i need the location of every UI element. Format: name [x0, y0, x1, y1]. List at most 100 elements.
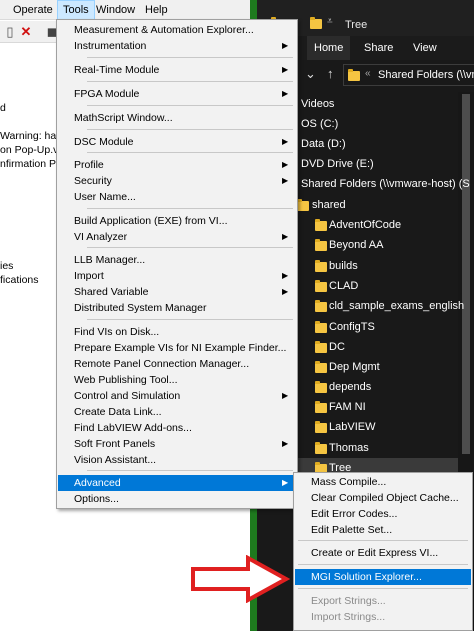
menu-item-label: MGI Solution Explorer...: [311, 571, 422, 583]
content-fragment: nfirmation P: [0, 158, 57, 170]
nav-item-dvd-drive-e[interactable]: DVD Drive (E:): [269, 154, 458, 174]
menu-item-options[interactable]: Options...: [58, 491, 296, 507]
nav-item-clad[interactable]: CLAD: [295, 276, 458, 296]
menu-item-vision-assistant[interactable]: Vision Assistant...: [58, 452, 296, 468]
menu-item-user-name[interactable]: User Name...: [58, 189, 296, 205]
menu-item-find-labview-add-ons[interactable]: Find LabVIEW Add-ons...: [58, 420, 296, 436]
menu-item-llb-manager[interactable]: LLB Manager...: [58, 252, 296, 268]
menu-item-control-and-simulation[interactable]: Control and Simulation ▶: [58, 388, 296, 404]
menu-item-edit-error-codes[interactable]: Edit Error Codes...: [295, 506, 471, 522]
content-fragment: fications: [0, 274, 39, 286]
menu-item-fpga-module[interactable]: FPGA Module ▶: [58, 86, 296, 102]
breadcrumb-overflow-icon[interactable]: «: [365, 68, 371, 79]
menu-item-label: Create or Edit Express VI...: [311, 547, 439, 559]
menu-item-label: Edit Palette Set...: [311, 524, 393, 536]
copy-icon[interactable]: ▯: [2, 24, 18, 40]
advanced-submenu: Mass Compile... Clear Compiled Object Cac…: [293, 472, 473, 631]
menu-item-label: Create Data Link...: [74, 406, 162, 418]
menu-item-instrumentation[interactable]: Instrumentation ▶: [58, 38, 296, 54]
folder-icon[interactable]: [310, 17, 322, 29]
menu-item-label: User Name...: [74, 191, 136, 203]
annotation-arrow-icon: [191, 555, 290, 603]
nav-item-dep-mgmt[interactable]: Dep Mgmt: [295, 357, 458, 377]
scrollbar-thumb[interactable]: [462, 94, 470, 454]
menu-item-prepare-example-vis-for-ni-example-finder[interactable]: Prepare Example VIs for NI Example Finde…: [58, 340, 296, 356]
menu-item-mgi-solution-explorer[interactable]: MGI Solution Explorer...: [295, 569, 471, 585]
nav-item-videos[interactable]: Videos: [269, 94, 458, 114]
nav-item-data-d[interactable]: Data (D:): [269, 134, 458, 154]
submenu-arrow-icon: ▶: [282, 271, 289, 280]
tab-view[interactable]: View: [406, 36, 444, 60]
menu-item-label: FPGA Module: [74, 88, 140, 100]
menu-item-web-publishing-tool[interactable]: Web Publishing Tool...: [58, 372, 296, 388]
nav-item-os-c[interactable]: OS (C:): [269, 114, 458, 134]
menu-item-soft-front-panels[interactable]: Soft Front Panels ▶: [58, 436, 296, 452]
nav-item-label: ConfigTS: [329, 321, 375, 333]
menu-item-label: Vision Assistant...: [74, 454, 157, 466]
nav-item-label: AdventOfCode: [329, 219, 402, 231]
nav-item-builds[interactable]: builds: [295, 256, 458, 276]
menu-help[interactable]: Help: [140, 0, 173, 20]
menu-item-profile[interactable]: Profile ▶: [58, 157, 296, 173]
menu-item-find-vis-on-disk[interactable]: Find VIs on Disk...: [58, 324, 296, 340]
nav-item-depends[interactable]: depends: [295, 377, 458, 397]
menu-item-label: Distributed System Manager: [74, 302, 207, 314]
folder-icon: [315, 239, 327, 251]
nav-item-labview[interactable]: LabVIEW: [295, 417, 458, 437]
menu-item-label: Import Strings...: [311, 611, 386, 623]
nav-item-adventofcode[interactable]: AdventOfCode: [295, 215, 458, 235]
quick-access-dropdown-icon[interactable]: ⩡: [327, 16, 333, 27]
nav-item-dc[interactable]: DC: [295, 337, 458, 357]
folder-icon: [297, 199, 309, 211]
nav-item-cld-sample-exams-english[interactable]: cld_sample_exams_english: [295, 296, 464, 316]
tab-home[interactable]: Home: [307, 36, 351, 60]
folder-icon: [315, 442, 327, 454]
menu-separator: [298, 540, 468, 541]
nav-item-thomas[interactable]: Thomas: [295, 438, 458, 458]
menu-item-create-data-link[interactable]: Create Data Link...: [58, 404, 296, 420]
menu-tools[interactable]: Tools: [57, 0, 95, 20]
labview-menubar: Operate Tools Window Help: [0, 0, 262, 20]
up-arrow-icon[interactable]: ↑: [327, 66, 334, 81]
menu-item-remote-panel-connection-manager[interactable]: Remote Panel Connection Manager...: [58, 356, 296, 372]
menu-item-real-time-module[interactable]: Real-Time Module ▶: [58, 62, 296, 78]
menu-item-advanced[interactable]: Advanced ▶: [58, 475, 296, 491]
menu-item-label: LLB Manager...: [74, 254, 146, 266]
menu-item-label: Control and Simulation: [74, 390, 181, 402]
nav-item-label: Beyond AA: [329, 239, 384, 251]
menu-item-label: MathScript Window...: [74, 112, 173, 124]
nav-item-label: cld_sample_exams_english: [329, 300, 465, 312]
folder-icon: [315, 280, 327, 292]
tools-menu: Measurement & Automation Explorer... Inst…: [56, 19, 298, 509]
nav-item-shared-folders-vmware-host-s[interactable]: Shared Folders (\\vmware-host) (S: [269, 174, 470, 194]
menu-item-clear-compiled-object-cache[interactable]: Clear Compiled Object Cache...: [295, 490, 471, 506]
menu-item-vi-analyzer[interactable]: VI Analyzer ▶: [58, 229, 296, 245]
menu-item-dsc-module[interactable]: DSC Module ▶: [58, 134, 296, 150]
menu-separator: [87, 247, 293, 248]
folder-icon: [315, 260, 327, 272]
submenu-arrow-icon: ▶: [282, 391, 289, 400]
menu-item-label: Find VIs on Disk...: [74, 326, 160, 338]
menu-item-shared-variable[interactable]: Shared Variable ▶: [58, 284, 296, 300]
menu-item-label: VI Analyzer: [74, 231, 128, 243]
nav-item-configts[interactable]: ConfigTS: [295, 317, 458, 337]
menu-item-mathscript-window[interactable]: MathScript Window...: [58, 110, 296, 126]
menu-item-distributed-system-manager[interactable]: Distributed System Manager: [58, 300, 296, 316]
abort-icon[interactable]: ✕: [18, 24, 34, 40]
menu-item-label: Clear Compiled Object Cache...: [311, 492, 459, 504]
nav-item-beyond-aa[interactable]: Beyond AA: [295, 235, 458, 255]
menu-item-build-application-exe-from-vi[interactable]: Build Application (EXE) from VI...: [58, 213, 296, 229]
menu-item-import[interactable]: Import ▶: [58, 268, 296, 284]
menu-item-create-or-edit-express-vi[interactable]: Create or Edit Express VI...: [295, 545, 471, 561]
menu-item-mass-compile[interactable]: Mass Compile...: [295, 474, 471, 490]
menu-operate[interactable]: Operate: [8, 0, 58, 20]
submenu-arrow-icon: ▶: [282, 232, 289, 241]
nav-item-shared[interactable]: shared: [295, 195, 458, 215]
menu-item-edit-palette-set[interactable]: Edit Palette Set...: [295, 522, 471, 538]
tab-share[interactable]: Share: [357, 36, 400, 60]
dropdown-icon[interactable]: ⌄: [305, 66, 316, 82]
menu-item-security[interactable]: Security ▶: [58, 173, 296, 189]
nav-item-fam-ni[interactable]: FAM NI: [295, 397, 458, 417]
menu-item-measurement-automation-explorer[interactable]: Measurement & Automation Explorer...: [58, 22, 296, 38]
menu-window[interactable]: Window: [91, 0, 140, 20]
